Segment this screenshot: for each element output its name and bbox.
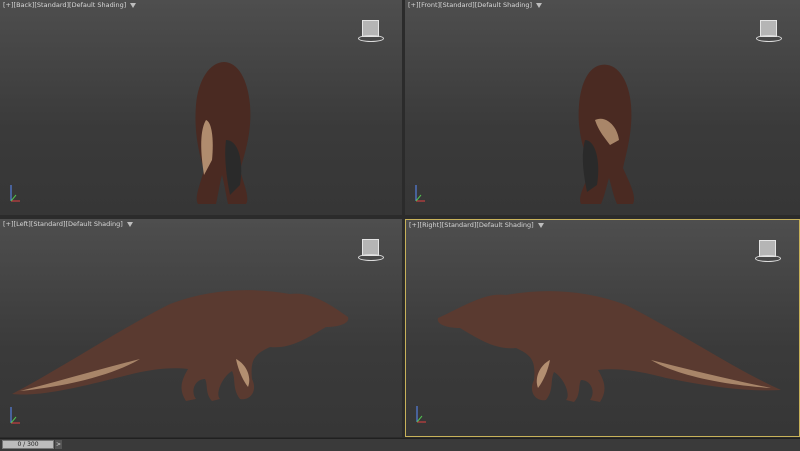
viewport-right[interactable]: [+] [Right] [Standard] [Default Shading] bbox=[405, 219, 800, 437]
axis-tripod-icon bbox=[416, 406, 426, 423]
dinosaur-model-front bbox=[578, 64, 635, 204]
axis-tripod-icon bbox=[415, 185, 425, 202]
next-frame-button[interactable]: > bbox=[55, 440, 62, 449]
dinosaur-model-left bbox=[12, 290, 349, 401]
viewport-front[interactable]: [+] [Front] [Standard] [Default Shading] bbox=[405, 0, 800, 215]
axis-tripod-icon bbox=[10, 185, 20, 202]
dinosaur-model-right bbox=[437, 291, 781, 402]
axis-tripod-icon bbox=[10, 407, 20, 424]
dinosaur-model-back bbox=[195, 62, 251, 204]
time-slider[interactable]: 0 / 300 bbox=[2, 440, 54, 449]
viewport-back[interactable]: [+] [Back] [Standard] [Default Shading] bbox=[0, 0, 402, 215]
timeline-bar[interactable]: 0 / 300 > bbox=[0, 438, 800, 451]
viewport-left[interactable]: [+] [Left] [Standard] [Default Shading] bbox=[0, 219, 402, 437]
